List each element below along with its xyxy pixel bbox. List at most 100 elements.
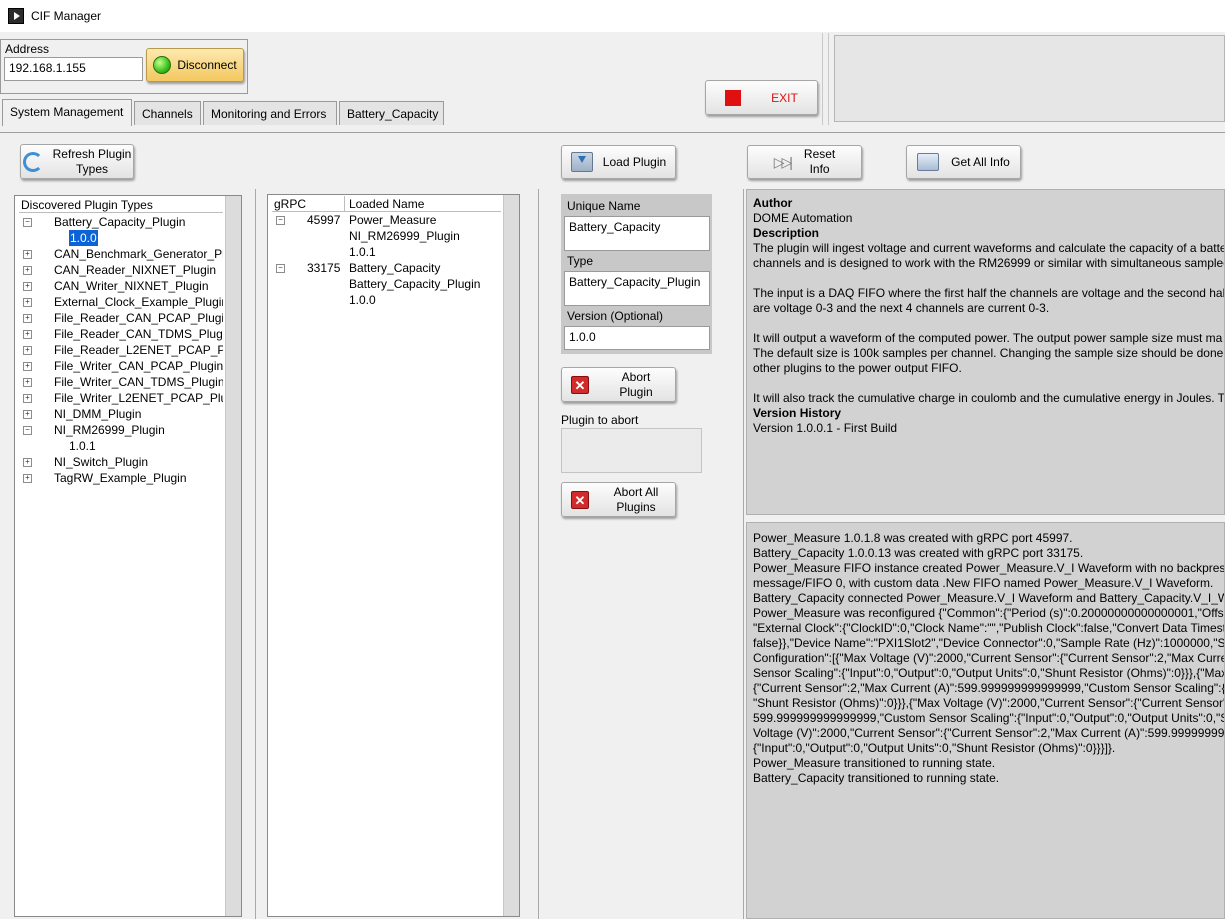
- grpc-port-cell: 45997: [307, 213, 341, 227]
- abort-label-line1: Abort: [621, 369, 651, 384]
- plugin-types-scrollbar[interactable]: [225, 196, 241, 916]
- log-line: Configuration":[{"Max Voltage (V)":2000,…: [753, 651, 1225, 665]
- skip-icon: ▷▷|: [773, 153, 793, 170]
- log-line: {"Current Sensor":2,"Max Current (A)":59…: [753, 681, 1225, 695]
- title-bar: CIF Manager: [0, 0, 1225, 32]
- grpc-port-cell: 33175: [307, 261, 341, 275]
- log-line: Sensor Scaling":{"Input":0,"Output":0,"O…: [753, 666, 1225, 680]
- version-input[interactable]: 1.0.0: [564, 326, 710, 350]
- tree-item-label: NI_RM26999_Plugin: [54, 423, 165, 437]
- reset-label-line1: Reset: [803, 147, 836, 161]
- connected-led-icon: [153, 56, 172, 74]
- refresh-plugin-types-button[interactable]: Refresh Plugin Types: [20, 144, 134, 179]
- expand-icon[interactable]: +: [23, 362, 32, 371]
- tab-battery-capacity[interactable]: Battery_Capacity: [339, 101, 444, 125]
- expand-icon[interactable]: +: [23, 298, 32, 307]
- event-log-panel: Power_Measure 1.0.1.8 was created with g…: [746, 522, 1225, 919]
- load-icon: [570, 152, 593, 172]
- refresh-icon: [22, 151, 43, 172]
- collapse-icon[interactable]: −: [276, 216, 285, 225]
- exit-button[interactable]: EXIT: [705, 80, 818, 115]
- author-text: DOME Automation: [753, 211, 853, 225]
- plugin-types-header: Discovered Plugin Types: [21, 198, 153, 212]
- plugin-types-tree[interactable]: Discovered Plugin Types − Battery_Capacit…: [14, 195, 242, 917]
- log-line: Voltage (V)":2000,"Current Sensor":{"Cur…: [753, 726, 1225, 740]
- tree-item-label: CAN_Benchmark_Generator_Plu: [54, 247, 223, 261]
- abort-all-label-line2: Plugins: [616, 499, 656, 514]
- app-icon: [8, 8, 24, 24]
- description-line: It will also track the cumulative charge…: [753, 391, 1225, 405]
- loaded-plugins-scrollbar[interactable]: [503, 195, 519, 916]
- expand-icon[interactable]: +: [23, 394, 32, 403]
- reset-label-line2: Info: [809, 162, 830, 176]
- unique-name-input[interactable]: Battery_Capacity: [564, 216, 710, 251]
- tree-item-label: File_Reader_CAN_TDMS_Plugin: [54, 327, 223, 341]
- plugin-to-abort-field[interactable]: [561, 428, 702, 473]
- expand-icon[interactable]: +: [23, 314, 32, 323]
- tree-item-label: CAN_Writer_NIXNET_Plugin: [54, 279, 209, 293]
- window-title: CIF Manager: [31, 9, 102, 23]
- tree-item-label: File_Writer_CAN_TDMS_Plugin: [54, 375, 223, 389]
- panel-divider: [538, 189, 539, 919]
- tree-item-label: File_Writer_CAN_PCAP_Plugin: [54, 359, 223, 373]
- expand-icon[interactable]: +: [23, 266, 32, 275]
- expand-icon[interactable]: +: [23, 346, 32, 355]
- plugin-description-panel: Author DOME Automation Description The p…: [746, 189, 1225, 515]
- loaded-plugin-row[interactable]: Battery_Capacity_Plugin: [268, 276, 502, 292]
- panel-divider: [255, 189, 256, 919]
- tab-monitoring-and-errors[interactable]: Monitoring and Errors: [203, 101, 337, 125]
- refresh-label-line1: Refresh Plugin: [52, 146, 132, 161]
- header-line: [19, 212, 223, 213]
- loaded-plugin-row[interactable]: 1.0.1: [268, 244, 502, 260]
- type-input[interactable]: Battery_Capacity_Plugin: [564, 271, 710, 306]
- log-line: 599.999999999999999,"Custom Sensor Scali…: [753, 711, 1225, 725]
- close-icon: ✕: [571, 490, 589, 509]
- expand-icon[interactable]: +: [23, 250, 32, 259]
- loaded-plugin-row[interactable]: − 33175 Battery_Capacity: [268, 260, 502, 276]
- collapse-icon[interactable]: −: [23, 218, 32, 227]
- log-line: {"Input":0,"Output":0,"Output Units":0,"…: [753, 741, 1116, 755]
- expand-icon[interactable]: +: [23, 474, 32, 483]
- grpc-column-header: gRPC: [274, 197, 307, 211]
- description-line: other plugins to the power output FIFO.: [753, 361, 962, 375]
- disconnect-button[interactable]: Disconnect: [146, 48, 244, 82]
- column-divider: [344, 196, 345, 211]
- log-line: Power_Measure 1.0.1.8 was created with g…: [753, 531, 1073, 545]
- get-all-info-button[interactable]: Get All Info: [906, 145, 1021, 179]
- collapse-icon[interactable]: −: [23, 426, 32, 435]
- description-heading: Description: [753, 226, 820, 240]
- reset-info-button[interactable]: ▷▷| Reset Info: [747, 145, 862, 179]
- expand-icon[interactable]: +: [23, 410, 32, 419]
- log-line: message/FIFO 0, with custom data .New FI…: [753, 576, 1214, 590]
- loaded-name-cell: 1.0.0: [349, 293, 376, 307]
- tree-item-label: External_Clock_Example_Plugin: [54, 295, 223, 309]
- address-input[interactable]: 192.168.1.155: [4, 57, 143, 81]
- collapse-icon[interactable]: −: [276, 264, 285, 273]
- panel-divider: [743, 189, 744, 919]
- tree-item-label: TagRW_Example_Plugin: [54, 471, 187, 485]
- folder-icon: [917, 153, 940, 171]
- tree-item-label: 1.0.1: [69, 439, 96, 453]
- tab-system-management[interactable]: System Management: [2, 99, 132, 126]
- tab-channels[interactable]: Channels: [134, 101, 201, 125]
- abort-plugin-button[interactable]: ✕ Abort Plugin: [561, 367, 676, 402]
- header-separator: [822, 33, 823, 125]
- load-plugin-button[interactable]: Load Plugin: [561, 145, 676, 179]
- expand-icon[interactable]: +: [23, 282, 32, 291]
- expand-icon[interactable]: +: [23, 458, 32, 467]
- expand-icon[interactable]: +: [23, 330, 32, 339]
- loaded-plugin-row[interactable]: 1.0.0: [268, 292, 502, 308]
- loaded-plugin-row[interactable]: NI_RM26999_Plugin: [268, 228, 502, 244]
- log-line: Battery_Capacity connected Power_Measure…: [753, 591, 1225, 605]
- loaded-plugin-row[interactable]: − 45997 Power_Measure: [268, 212, 502, 228]
- tree-item-label: File_Reader_CAN_PCAP_Plugin: [54, 311, 223, 325]
- version-history-text: Version 1.0.0.1 - First Build: [753, 421, 898, 435]
- loaded-plugins-list[interactable]: gRPC Loaded Name − 45997 Power_Measure NI_R…: [267, 194, 520, 917]
- plugin-to-abort-label: Plugin to abort: [561, 413, 639, 427]
- expand-icon[interactable]: +: [23, 378, 32, 387]
- connection-panel: Address 192.168.1.155 Disconnect: [0, 39, 248, 94]
- log-line: Power_Measure FIFO instance created Powe…: [753, 561, 1225, 575]
- loaded-plugins-rows: − 45997 Power_Measure NI_RM26999_Plugin 1.0.…: [268, 212, 502, 912]
- abort-all-plugins-button[interactable]: ✕ Abort All Plugins: [561, 482, 676, 517]
- tree-item-label: NI_Switch_Plugin: [54, 455, 149, 469]
